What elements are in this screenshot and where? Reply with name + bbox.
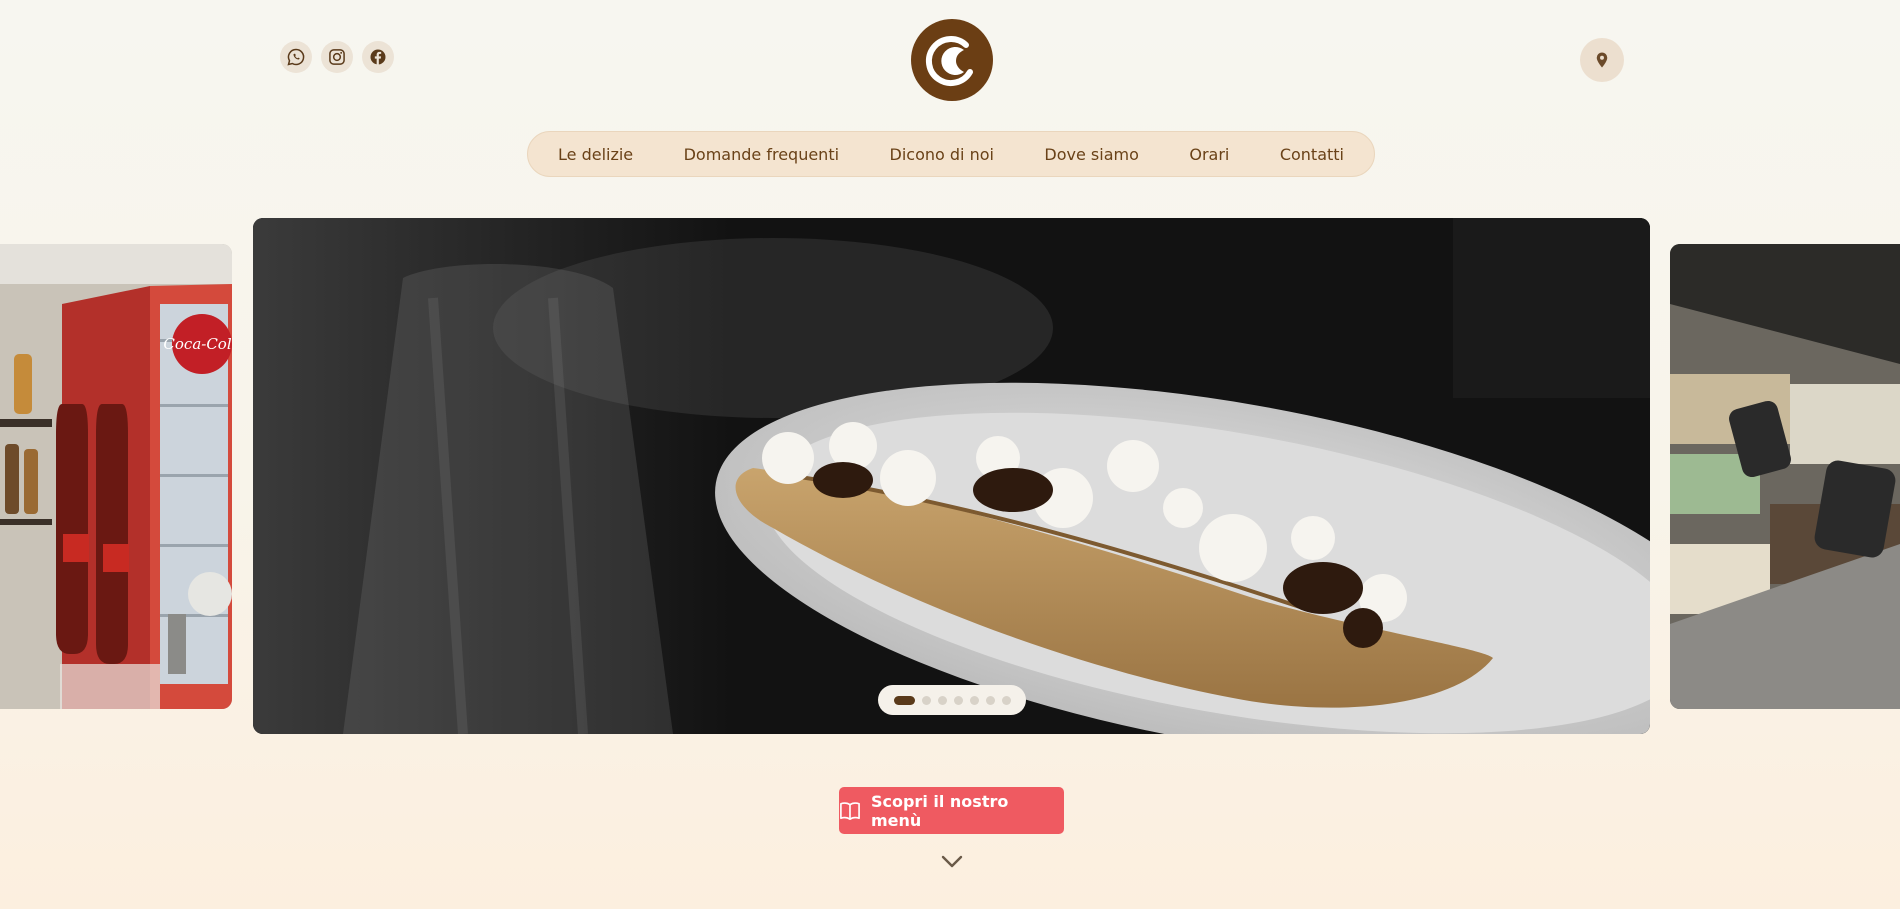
- carousel-dot[interactable]: [921, 695, 931, 705]
- nav-item-dove-siamo[interactable]: Dove siamo: [1044, 145, 1138, 164]
- whatsapp-icon: [287, 48, 305, 66]
- site-logo[interactable]: [911, 19, 993, 101]
- facebook-link[interactable]: [362, 41, 394, 73]
- book-open-icon: [840, 801, 860, 820]
- social-links: [280, 41, 394, 73]
- crepe-logo-icon: [925, 36, 973, 87]
- carousel-dot[interactable]: [893, 695, 915, 705]
- nav-item-orari[interactable]: Orari: [1189, 145, 1229, 164]
- carousel-dot[interactable]: [985, 695, 995, 705]
- instagram-link[interactable]: [321, 41, 353, 73]
- menu-button[interactable]: Scopri il nostro menù: [839, 787, 1064, 834]
- carousel-slide-previous[interactable]: Coca-Cola: [0, 244, 232, 709]
- carousel-slide-active[interactable]: [253, 218, 1650, 734]
- map-pin-icon: [1596, 52, 1608, 68]
- carousel-indicators: [878, 685, 1026, 715]
- chevron-down-icon[interactable]: [940, 852, 964, 872]
- gelato-display-image: [1670, 244, 1900, 709]
- carousel-dot[interactable]: [937, 695, 947, 705]
- carousel-dot[interactable]: [953, 695, 963, 705]
- bar-fridge-image: Coca-Cola: [0, 244, 232, 709]
- nav-item-dicono-di-noi[interactable]: Dicono di noi: [890, 145, 994, 164]
- nav-item-domande-frequenti[interactable]: Domande frequenti: [684, 145, 839, 164]
- nav-item-contatti[interactable]: Contatti: [1280, 145, 1344, 164]
- crepe-dessert-image: [253, 218, 1650, 734]
- nav-item-le-delizie[interactable]: Le delizie: [558, 145, 633, 164]
- main-nav: Le delizie Domande frequenti Dicono di n…: [527, 131, 1375, 177]
- carousel-slide-next[interactable]: [1670, 244, 1900, 709]
- whatsapp-link[interactable]: [280, 41, 312, 73]
- coca-cola-logo-text: Coca-Cola: [163, 335, 232, 353]
- carousel-dot[interactable]: [1001, 695, 1011, 705]
- location-button[interactable]: [1580, 38, 1624, 82]
- facebook-icon: [370, 49, 386, 65]
- instagram-icon: [329, 49, 345, 65]
- menu-button-label: Scopri il nostro menù: [870, 791, 1009, 830]
- carousel-dot[interactable]: [969, 695, 979, 705]
